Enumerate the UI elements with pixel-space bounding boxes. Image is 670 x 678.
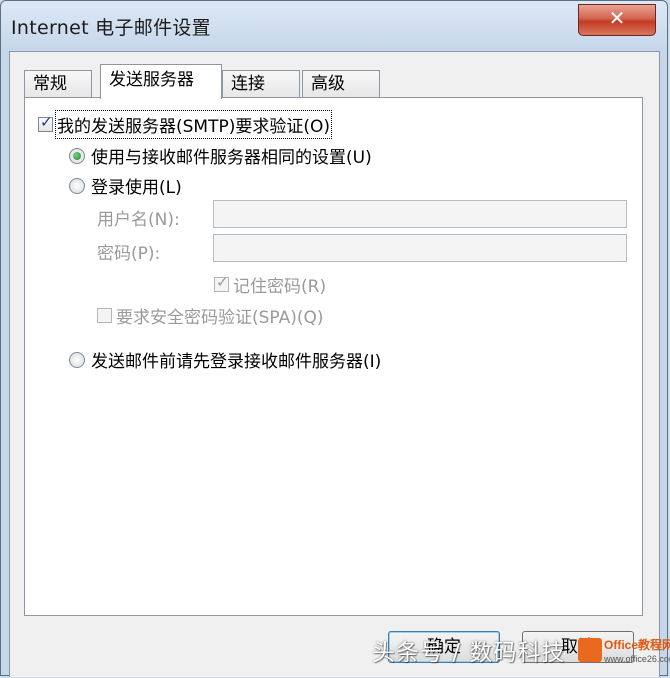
tab-general[interactable]: 常规 (24, 70, 92, 98)
remember-password-checkbox[interactable] (214, 273, 229, 292)
office-logo-icon (578, 638, 602, 662)
same-settings-radio[interactable] (69, 147, 85, 164)
login-with-radio[interactable] (69, 177, 85, 194)
email-settings-dialog: Internet 电子邮件设置 ✕ 常规 发送服务器 连接 高级 我的发送服务器… (0, 0, 669, 677)
window-title: Internet 电子邮件设置 (11, 17, 211, 39)
login-before-send-label: 发送邮件前请先登录接收邮件服务器(I) (91, 352, 382, 372)
same-settings-label: 使用与接收邮件服务器相同的设置(U) (91, 148, 372, 168)
login-with-option[interactable]: 登录使用(L) (69, 173, 182, 198)
remember-password-option[interactable]: 记住密码(R) (214, 272, 326, 297)
username-input[interactable] (213, 200, 627, 228)
watermark-text: 头条号 / 数码科技 (372, 640, 566, 666)
spa-label: 要求安全密码验证(SPA)(Q) (116, 308, 324, 328)
password-label: 密码(P): (97, 244, 161, 264)
password-input[interactable] (213, 234, 627, 262)
tab-advanced[interactable]: 高级 (302, 70, 380, 98)
logo-text: Office教程网 (604, 638, 670, 652)
dialog-body: 常规 发送服务器 连接 高级 我的发送服务器(SMTP)要求验证(O) 使用与接… (9, 51, 660, 677)
close-button[interactable]: ✕ (578, 4, 656, 36)
spa-checkbox[interactable] (97, 308, 112, 323)
login-with-label: 登录使用(L) (91, 178, 182, 198)
close-icon: ✕ (608, 6, 626, 30)
tab-outgoing-server[interactable]: 发送服务器 (100, 64, 222, 99)
logo-url: www.office26.com (604, 654, 670, 664)
smtp-auth-option[interactable]: 我的发送服务器(SMTP)要求验证(O) (38, 110, 333, 139)
same-settings-option[interactable]: 使用与接收邮件服务器相同的设置(U) (69, 143, 372, 168)
site-logo: Office教程网 www.office26.com (578, 634, 670, 674)
smtp-auth-checkbox[interactable] (38, 113, 53, 132)
username-label: 用户名(N): (97, 210, 180, 230)
login-before-send-radio[interactable] (69, 351, 85, 368)
outgoing-server-panel: 我的发送服务器(SMTP)要求验证(O) 使用与接收邮件服务器相同的设置(U) … (24, 97, 643, 616)
remember-password-label: 记住密码(R) (233, 277, 327, 297)
login-before-send-option[interactable]: 发送邮件前请先登录接收邮件服务器(I) (69, 347, 381, 372)
tab-connection[interactable]: 连接 (222, 70, 300, 98)
title-bar[interactable]: Internet 电子邮件设置 ✕ (1, 1, 669, 51)
smtp-auth-label: 我的发送服务器(SMTP)要求验证(O) (54, 110, 333, 139)
spa-option[interactable]: 要求安全密码验证(SPA)(Q) (97, 303, 324, 328)
